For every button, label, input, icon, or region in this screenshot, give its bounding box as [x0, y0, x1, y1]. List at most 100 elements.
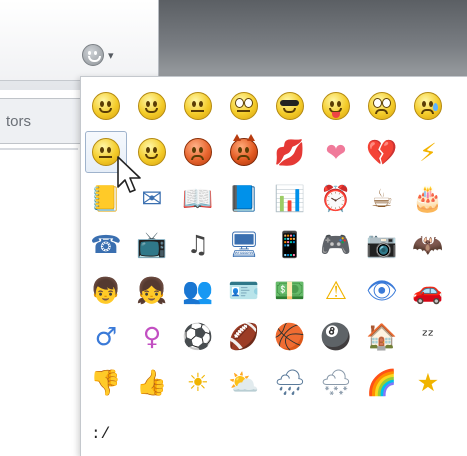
devil-icon	[230, 134, 258, 166]
basketball-icon: 🏀	[274, 321, 306, 351]
smiley-option[interactable]: ⚠	[315, 269, 357, 311]
smiley-option[interactable]: 🌨	[315, 361, 357, 403]
smiley-option[interactable]: ✉	[131, 177, 173, 219]
football-icon: 🏈	[228, 321, 260, 351]
divider	[0, 148, 78, 150]
smiley-option[interactable]: 📷	[361, 223, 403, 265]
smiley-option[interactable]: 🏈	[223, 315, 265, 357]
smiley-option[interactable]: 💋	[269, 131, 311, 173]
cool-sunglasses-icon	[276, 92, 304, 120]
telephone-icon: ☎	[90, 229, 122, 259]
background-tab[interactable]: tors	[0, 98, 90, 144]
smiley-option[interactable]: ❤	[315, 131, 357, 173]
smiley-option[interactable]: ♂	[85, 315, 127, 357]
smiley-option[interactable]: 📘	[223, 177, 265, 219]
smiley-option[interactable]	[177, 131, 219, 173]
smiley-option[interactable]: 🦇	[407, 223, 449, 265]
soccer-ball-icon: ⚽	[182, 321, 214, 351]
money-icon: 💵	[274, 275, 306, 305]
television-icon: 📺	[136, 229, 168, 259]
smiley-option[interactable]: 👦	[85, 269, 127, 311]
smiley-option[interactable]: 🌧	[269, 361, 311, 403]
thumbs-up-icon: 👍	[136, 367, 168, 397]
smiley-option[interactable]	[131, 85, 173, 127]
smiley-option[interactable]: ᶻᶻ	[407, 315, 449, 357]
girl-icon: 👧	[136, 275, 168, 305]
eight-ball-icon: 🎱	[320, 321, 352, 351]
smiley-option[interactable]: 📺	[131, 223, 173, 265]
heart-icon: ❤	[325, 137, 347, 167]
smiley-option[interactable]: 🎮	[315, 223, 357, 265]
surprised-icon	[368, 92, 396, 120]
smiley-option[interactable]	[407, 85, 449, 127]
smiley-option[interactable]	[131, 131, 173, 173]
smiley-option[interactable]: 💵	[269, 269, 311, 311]
smiley-option[interactable]	[315, 85, 357, 127]
smiley-option[interactable]: ⚽	[177, 315, 219, 357]
smiley-option[interactable]: 📊	[269, 177, 311, 219]
rolling-eyes-icon	[230, 92, 258, 120]
smiley-option[interactable]: ☎	[85, 223, 127, 265]
smiley-option[interactable]: 🪪	[223, 269, 265, 311]
smiley-option[interactable]: 💔	[361, 131, 403, 173]
text-emoticon[interactable]: :/	[91, 425, 110, 443]
webcam-icon: 📷	[366, 229, 398, 259]
computer-icon: 🖥	[228, 229, 260, 259]
kiss-lips-icon: 💋	[274, 137, 306, 167]
lightning-icon: ⚡	[419, 137, 437, 167]
smiley-option[interactable]	[85, 131, 127, 173]
smiley-option[interactable]: ☀	[177, 361, 219, 403]
thumbs-down-icon: 👎	[90, 367, 122, 397]
contacts-icon: 👥	[182, 275, 214, 305]
star-icon: ★	[416, 367, 440, 397]
smiley-dropdown-button[interactable]: ▾	[82, 38, 138, 72]
smiley-option[interactable]: 🌈	[361, 361, 403, 403]
background-tab-label: tors	[6, 112, 32, 130]
smiley-option[interactable]	[361, 85, 403, 127]
smiley-option[interactable]: ♫	[177, 223, 219, 265]
smiley-option[interactable]: ⛅	[223, 361, 265, 403]
sleep-zz-icon: ᶻᶻ	[422, 326, 434, 345]
chevron-down-icon[interactable]: ▾	[108, 49, 114, 62]
smiley-option[interactable]: ♀	[131, 315, 173, 357]
smiley-option[interactable]	[269, 85, 311, 127]
smiley-option[interactable]: 🎱	[315, 315, 357, 357]
smiley-option[interactable]: 🏀	[269, 315, 311, 357]
smiley-grid: 💋 ❤ 💔 ⚡ 📒 ✉ 📖 📘 📊 ⏰ ☕ 🎂 ☎ 📺 ♫ 🖥 📱 🎮 📷 🦇 👦 👧 👥 🪪 💵 ⚠ 👁 🚗 ♂ ♀ ⚽ 🏈 🏀 🎱 🏠 ᶻᶻ 👎 👍 ☀…	[85, 85, 453, 407]
smiley-option[interactable]: 🚗	[407, 269, 449, 311]
bar-chart-icon: 📊	[274, 183, 306, 213]
smiley-picker-panel: 💋 ❤ 💔 ⚡ 📒 ✉ 📖 📘 📊 ⏰ ☕ 🎂 ☎ 📺 ♫ 🖥 📱 🎮 📷 🦇 👦 👧 👥 🪪 💵 ⚠ 👁 🚗 ♂ ♀ ⚽ 🏈 🏀 🎱 🏠 ᶻᶻ 👎 👍 ☀…	[80, 76, 467, 456]
smiley-option[interactable]	[85, 85, 127, 127]
tongue-icon	[322, 92, 350, 120]
smiley-option[interactable]: 📱	[269, 223, 311, 265]
open-book-icon: 📖	[182, 183, 214, 213]
smiley-option[interactable]: 👁	[361, 269, 403, 311]
smiley-option[interactable]: ★	[407, 361, 449, 403]
smiley-option[interactable]: 👎	[85, 361, 127, 403]
smiley-option[interactable]	[223, 131, 265, 173]
smile-icon	[92, 92, 120, 120]
bat-icon: 🦇	[412, 229, 444, 259]
rainbow-icon: 🌈	[366, 367, 398, 397]
smiley-option[interactable]: 👍	[131, 361, 173, 403]
smiley-option[interactable]: ⏰	[315, 177, 357, 219]
smiley-option[interactable]: 👧	[131, 269, 173, 311]
smiley-option[interactable]: 🖥	[223, 223, 265, 265]
smiley-option[interactable]: 🎂	[407, 177, 449, 219]
smiley-option[interactable]: ⚡	[407, 131, 449, 173]
smiley-option[interactable]	[223, 85, 265, 127]
book-icon: 📘	[228, 183, 260, 213]
envelope-icon: ✉	[141, 183, 163, 213]
smiley-option[interactable]: 📒	[85, 177, 127, 219]
smiley-option[interactable]: 👥	[177, 269, 219, 311]
smiley-option[interactable]	[177, 85, 219, 127]
music-note-icon: ♫	[186, 229, 210, 259]
coffee-cup-icon: ☕	[370, 183, 394, 213]
smiley-option[interactable]: 📖	[177, 177, 219, 219]
gray-smiley-icon	[82, 44, 104, 66]
ipod-icon: 📱	[274, 229, 306, 259]
boy-icon: 👦	[90, 275, 122, 305]
smiley-option[interactable]: ☕	[361, 177, 403, 219]
smiley-option[interactable]: 🏠	[361, 315, 403, 357]
window-dark-header	[158, 0, 467, 79]
